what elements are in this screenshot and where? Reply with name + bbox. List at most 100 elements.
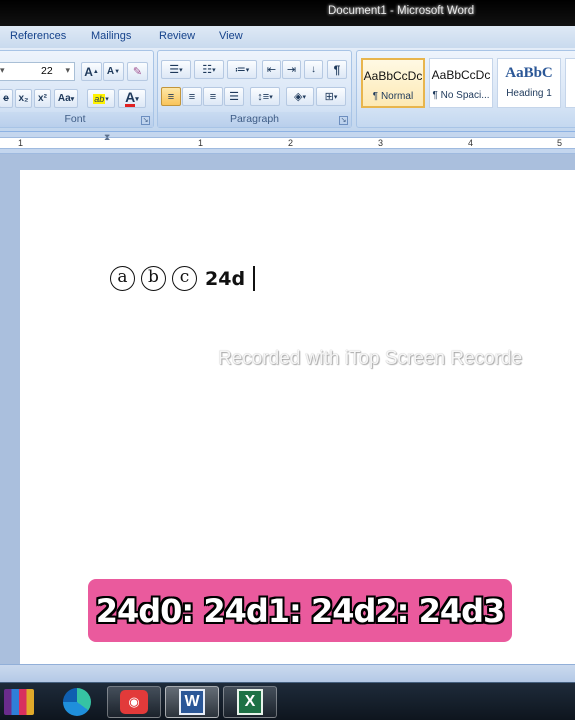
- taskbar-itop-recorder[interactable]: ◉: [107, 686, 161, 718]
- multilevel-list-icon: ≔: [234, 64, 246, 76]
- chevron-down-icon: ▾: [269, 93, 273, 101]
- itop-recorder-icon: ◉: [120, 690, 148, 714]
- ruler-scale: 1 1 2 3 4 5 ⧗: [0, 132, 575, 149]
- chevron-down-icon: ▾: [135, 95, 139, 103]
- pilcrow-icon: ¶: [333, 62, 341, 77]
- circled-letter-c: c: [172, 266, 197, 291]
- paragraph-group-label: Paragraph ↘: [158, 112, 351, 127]
- shrink-arrow-icon: ▼: [114, 68, 121, 75]
- chevron-down-icon: ▾: [245, 66, 250, 74]
- highlight-color-button[interactable]: ab ▾: [87, 89, 115, 108]
- taskbar-edge[interactable]: [50, 686, 104, 718]
- window-title: Document1 - Microsoft Word: [328, 5, 475, 17]
- tab-references[interactable]: References: [10, 30, 66, 42]
- status-bar: [0, 664, 575, 682]
- sort-button[interactable]: ↓: [304, 60, 323, 79]
- strikethrough-icon: e: [3, 93, 9, 104]
- font-dialog-launcher-icon[interactable]: ↘: [141, 116, 150, 125]
- tab-mailings[interactable]: Mailings: [91, 30, 131, 42]
- style-no-spacing[interactable]: AaBbCcDc ¶ No Spaci...: [429, 58, 493, 108]
- subscript-button[interactable]: x₂: [15, 89, 32, 108]
- taskbar-excel[interactable]: X: [223, 686, 277, 718]
- taskbar-winrar[interactable]: [0, 686, 46, 718]
- eraser-icon: ✎: [132, 66, 143, 78]
- styles-group: AaBbCcDc ¶ Normal AaBbCcDc ¶ No Spaci...…: [356, 50, 575, 128]
- chevron-down-icon: ▾: [302, 93, 306, 101]
- circled-letter-a: a: [110, 266, 135, 291]
- ruler-number: 3: [378, 138, 384, 148]
- increase-indent-button[interactable]: ⇥: [282, 60, 301, 79]
- justify-icon: ☰: [229, 91, 239, 103]
- bullets-button[interactable]: ☰ ▾: [161, 60, 191, 79]
- taskbar-word[interactable]: W: [165, 686, 219, 718]
- chevron-down-icon: ▾: [65, 65, 70, 75]
- chevron-down-icon: ▾: [333, 93, 338, 101]
- align-right-icon: ≡: [209, 90, 217, 103]
- tab-view[interactable]: View: [219, 30, 243, 42]
- ruler-number: 5: [557, 138, 563, 148]
- indent-marker-icon[interactable]: ⧗: [104, 132, 110, 143]
- justify-button[interactable]: ☰: [224, 87, 244, 106]
- shrink-font-button[interactable]: A ▼: [103, 62, 124, 81]
- sort-icon: ↓: [311, 64, 316, 75]
- strikethrough-button[interactable]: e: [0, 89, 13, 108]
- recorder-watermark: Recorded with iTop Screen Recorde: [218, 348, 523, 369]
- align-right-button[interactable]: ≡: [203, 87, 223, 106]
- borders-button[interactable]: ⊞ ▾: [316, 87, 346, 106]
- typed-text: 24d: [205, 267, 246, 290]
- caption-banner: 24d0: 24d1: 24d2: 24d3: [88, 579, 512, 642]
- circled-letter-b: b: [141, 266, 166, 291]
- document-text-line[interactable]: a b c 24d: [110, 266, 255, 291]
- ruler-number: 2: [288, 138, 294, 148]
- clear-formatting-button[interactable]: ✎: [127, 62, 148, 81]
- edge-icon: [63, 688, 91, 716]
- superscript-button[interactable]: x²: [34, 89, 51, 108]
- line-spacing-button[interactable]: ↕≡ ▾: [250, 87, 280, 106]
- style-normal[interactable]: AaBbCcDc ¶ Normal: [361, 58, 425, 108]
- paragraph-group: ☰ ▾ ☷ ▾ ≔ ▾ ⇤ ⇥ ↓ ¶ ≡ ≡ ≡ ☰ ↕≡ ▾ ◈ ▾ ⊞ ▾…: [157, 50, 352, 128]
- excel-icon: X: [237, 689, 263, 715]
- line-spacing-icon: ↕≡: [257, 90, 270, 103]
- align-left-button[interactable]: ≡: [161, 87, 181, 106]
- show-formatting-button[interactable]: ¶: [327, 60, 347, 79]
- winrar-icon: [4, 689, 34, 715]
- font-size-value: 22: [41, 65, 53, 77]
- grow-font-button[interactable]: A ▲: [81, 62, 102, 81]
- paragraph-dialog-launcher-icon[interactable]: ↘: [339, 116, 348, 125]
- chevron-down-icon: ▾: [105, 95, 109, 103]
- text-cursor: [253, 266, 255, 291]
- ruler-number: 1: [18, 138, 24, 148]
- numbered-list-icon: ☷: [202, 64, 213, 76]
- font-size-select[interactable]: ▾ 22 ▾: [0, 62, 75, 81]
- highlighter-icon: ab: [93, 93, 106, 104]
- decrease-indent-button[interactable]: ⇤: [262, 60, 281, 79]
- ruler-number: 4: [468, 138, 474, 148]
- bullet-list-icon: ☰: [169, 64, 180, 76]
- caption-text: 24d0: 24d1: 24d2: 24d3: [95, 591, 506, 630]
- taskbar: ◉ W X: [0, 682, 575, 720]
- style-heading-1[interactable]: AaBbC Heading 1: [497, 58, 561, 108]
- chevron-down-icon: ▾: [70, 95, 75, 103]
- font-group: ▾ 22 ▾ A ▲ A ▼ ✎ e x₂ x² Aa ▾ ab ▾ A ▾ F…: [0, 50, 154, 128]
- increase-indent-icon: ⇥: [286, 64, 297, 76]
- align-center-button[interactable]: ≡: [182, 87, 202, 106]
- multilevel-list-button[interactable]: ≔ ▾: [227, 60, 257, 79]
- chevron-down-icon: ▾: [179, 66, 183, 74]
- decrease-indent-icon: ⇤: [266, 64, 277, 76]
- shading-button[interactable]: ◈ ▾: [286, 87, 314, 106]
- font-group-label: Font ↘: [0, 112, 153, 127]
- align-left-icon: ≡: [167, 90, 175, 103]
- grow-arrow-icon: ▲: [92, 68, 99, 75]
- ruler-number: 1: [198, 138, 204, 148]
- font-color-button[interactable]: A ▾: [118, 89, 146, 108]
- ribbon-tabs: References Mailings Review View: [0, 26, 575, 48]
- word-icon: W: [179, 689, 205, 715]
- numbering-button[interactable]: ☷ ▾: [194, 60, 224, 79]
- ribbon: ▾ 22 ▾ A ▲ A ▼ ✎ e x₂ x² Aa ▾ ab ▾ A ▾ F…: [0, 48, 575, 132]
- style-heading-2[interactable]: A H: [565, 58, 575, 108]
- horizontal-ruler[interactable]: 1 1 2 3 4 5 ⧗: [0, 132, 575, 154]
- title-bar: Document1 - Microsoft Word: [0, 0, 575, 26]
- paint-bucket-icon: ◈: [294, 91, 303, 103]
- tab-review[interactable]: Review: [159, 30, 195, 42]
- change-case-button[interactable]: Aa ▾: [54, 89, 78, 108]
